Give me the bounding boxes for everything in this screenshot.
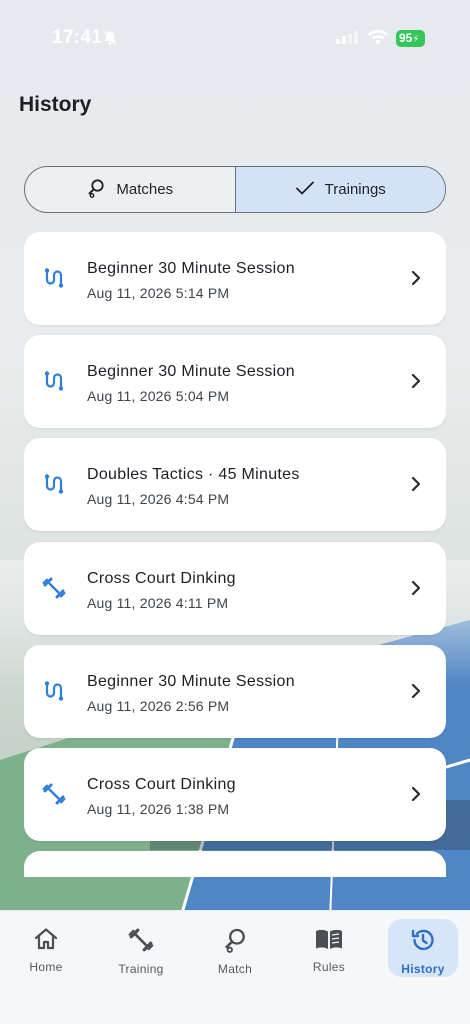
chevron-right-icon (410, 786, 422, 807)
battery-indicator: 95⚡ (396, 30, 425, 47)
paddle-icon (86, 178, 106, 202)
route-icon (42, 369, 66, 393)
tab-match-label: Match (217, 962, 253, 976)
tab-home[interactable]: Home (11, 919, 81, 977)
checkmark-icon (295, 180, 315, 200)
history-type-segmented-control: Matches Trainings (24, 166, 446, 213)
tab-rules[interactable]: Rules (294, 919, 364, 977)
dumbbell-icon (42, 782, 66, 806)
tab-home-label: Home (29, 960, 63, 974)
training-date: Aug 11, 2026 2:56 PM (87, 698, 230, 714)
training-history-list: Beginner 30 Minute Session Aug 11, 2026 … (24, 232, 446, 877)
training-date: Aug 11, 2026 5:14 PM (87, 285, 230, 301)
cellular-signal-icon (336, 30, 358, 49)
chevron-right-icon (410, 683, 422, 704)
training-history-item[interactable]: Doubles Tactics · 45 Minutes Aug 11, 202… (24, 438, 446, 531)
training-date: Aug 11, 2026 4:54 PM (87, 491, 230, 507)
wifi-icon (367, 28, 389, 51)
dumbbell-icon (42, 576, 66, 600)
history-icon (410, 927, 436, 958)
home-icon (33, 927, 59, 956)
route-icon (42, 472, 66, 496)
battery-level: 95 (399, 31, 413, 45)
training-title: Cross Court Dinking (87, 776, 236, 793)
training-title: Beginner 30 Minute Session (87, 260, 295, 277)
route-icon (42, 266, 66, 290)
status-time: 17:41 (52, 27, 103, 48)
tab-history-label: History (401, 962, 445, 976)
tab-training-label: Training (118, 962, 164, 976)
training-history-item[interactable] (24, 851, 446, 877)
training-title: Cross Court Dinking (87, 570, 236, 587)
bottom-tab-bar: Home Training Match Rules History (0, 910, 470, 1024)
training-date: Aug 11, 2026 1:38 PM (87, 801, 230, 817)
status-bar: 17:41 95⚡ (0, 0, 470, 76)
chevron-right-icon (410, 270, 422, 291)
tab-training[interactable]: Training (106, 919, 176, 977)
chevron-right-icon (410, 476, 422, 497)
route-icon (42, 679, 66, 703)
chevron-right-icon (410, 580, 422, 601)
training-title: Beginner 30 Minute Session (87, 673, 295, 690)
trainings-segment-button[interactable]: Trainings (234, 167, 445, 212)
dumbbell-icon (128, 927, 154, 958)
training-history-item[interactable]: Cross Court Dinking Aug 11, 2026 4:11 PM (24, 542, 446, 635)
training-history-item[interactable]: Beginner 30 Minute Session Aug 11, 2026 … (24, 335, 446, 428)
trainings-segment-label: Trainings (324, 181, 386, 198)
training-date: Aug 11, 2026 4:11 PM (87, 595, 229, 611)
matches-segment-button[interactable]: Matches (25, 167, 235, 212)
training-title: Beginner 30 Minute Session (87, 363, 295, 380)
training-history-item[interactable]: Beginner 30 Minute Session Aug 11, 2026 … (24, 232, 446, 325)
training-date: Aug 11, 2026 5:04 PM (87, 388, 230, 404)
training-history-item[interactable]: Cross Court Dinking Aug 11, 2026 1:38 PM (24, 748, 446, 841)
matches-segment-label: Matches (116, 181, 174, 198)
training-history-item[interactable]: Beginner 30 Minute Session Aug 11, 2026 … (24, 645, 446, 738)
paddle-icon (222, 927, 248, 958)
training-title: Doubles Tactics · 45 Minutes (87, 466, 300, 483)
book-icon (314, 927, 344, 956)
charging-bolt-icon: ⚡ (412, 34, 420, 45)
tab-rules-label: Rules (312, 960, 346, 974)
tab-match[interactable]: Match (200, 919, 270, 977)
chevron-right-icon (410, 373, 422, 394)
page-title: History (19, 93, 92, 116)
bell-muted-icon (102, 30, 118, 51)
tab-history[interactable]: History (388, 919, 458, 977)
